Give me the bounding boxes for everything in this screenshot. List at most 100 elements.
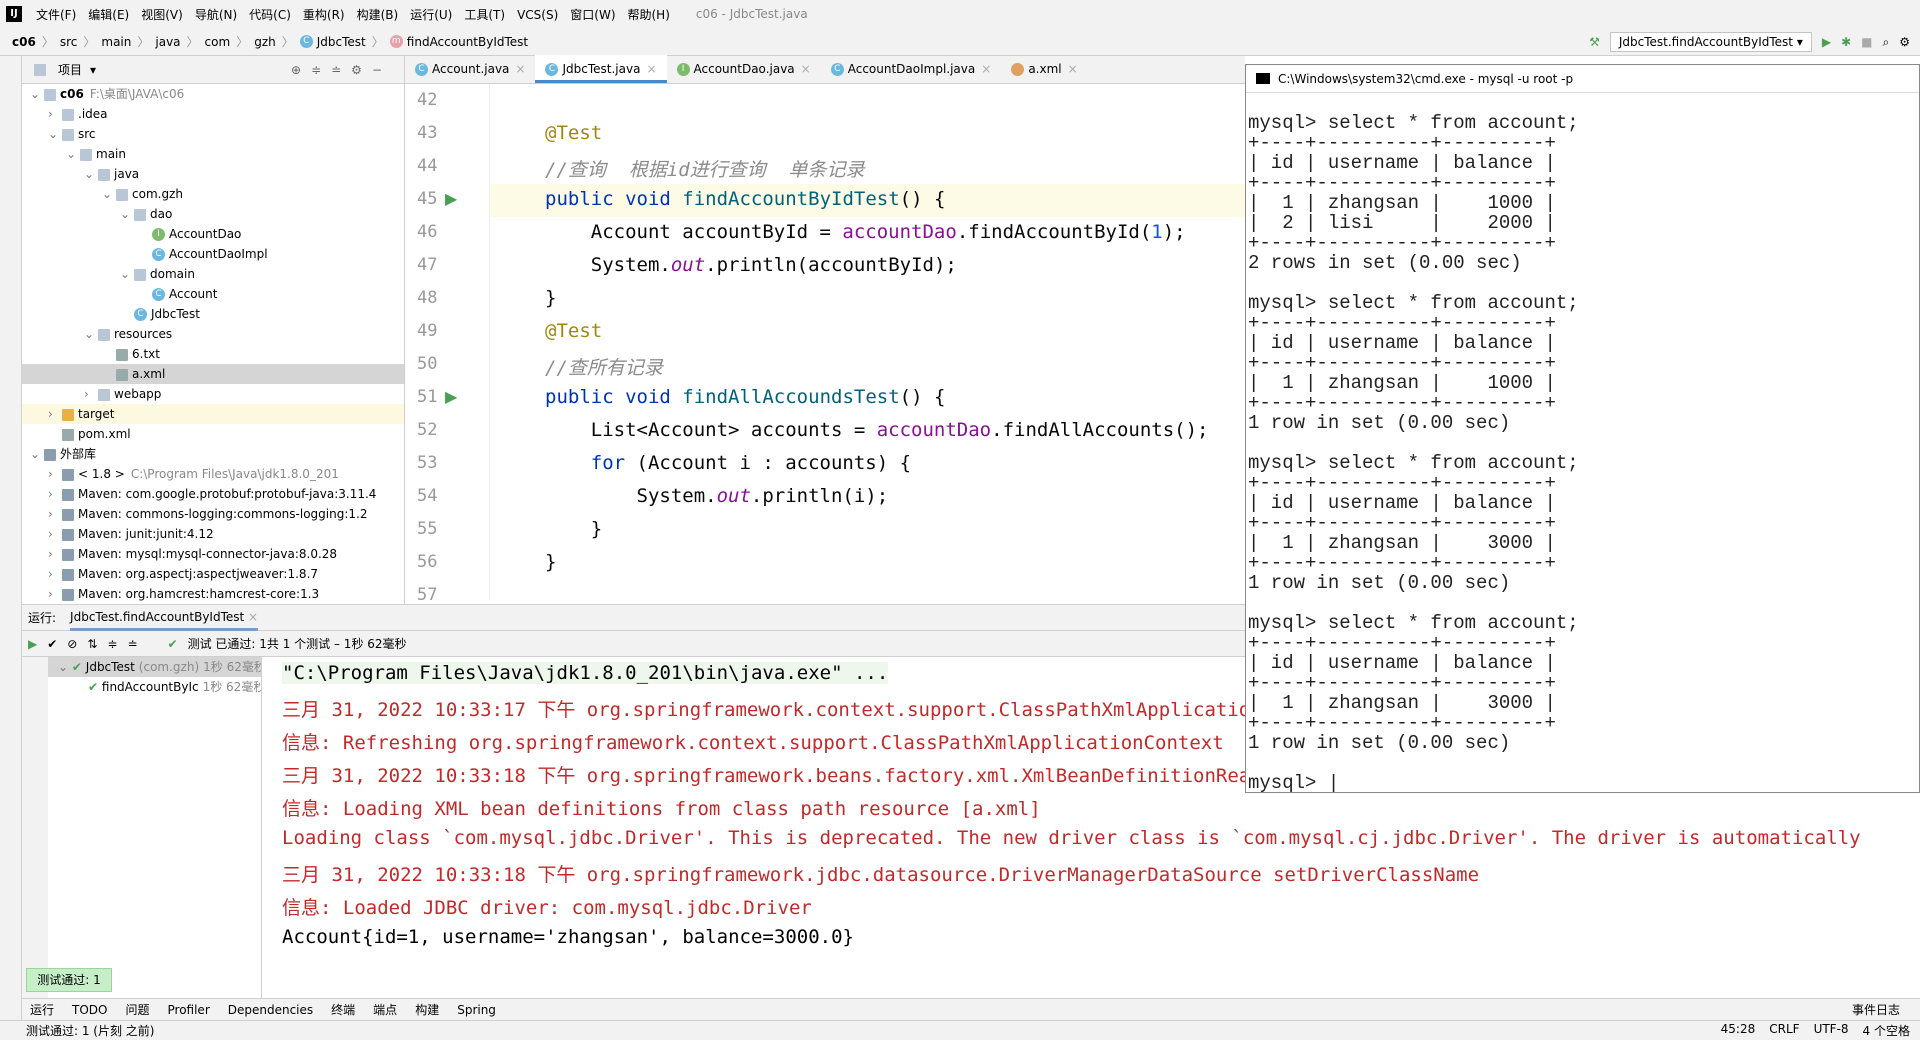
editor-tab[interactable]: C Account.java ×: [405, 55, 535, 83]
expand-arrow-icon[interactable]: ⌄: [120, 264, 134, 284]
tree-item[interactable]: ⌄ main: [22, 144, 404, 164]
build-icon[interactable]: ⚒: [1589, 35, 1600, 49]
tree-item[interactable]: › webapp: [22, 384, 404, 404]
expand-arrow-icon[interactable]: ›: [48, 544, 62, 564]
tree-item[interactable]: ⌄ java: [22, 164, 404, 184]
line-separator[interactable]: CRLF: [1769, 1022, 1799, 1039]
tool-window-button[interactable]: 问题: [125, 1001, 149, 1018]
collapse-icon[interactable]: ≐: [127, 637, 137, 651]
tree-item[interactable]: C JdbcTest: [22, 304, 404, 324]
expand-arrow-icon[interactable]: ›: [48, 484, 62, 504]
menu-item[interactable]: 重构(R): [303, 8, 345, 22]
close-icon[interactable]: ×: [1068, 62, 1078, 76]
tree-item[interactable]: › Maven: mysql:mysql-connector-java:8.0.2…: [22, 544, 404, 564]
expand-arrow-icon[interactable]: ›: [48, 104, 62, 124]
breadcrumb-item[interactable]: c06: [12, 35, 36, 49]
close-icon[interactable]: ×: [981, 62, 991, 76]
show-ignored-icon[interactable]: ⊘: [67, 637, 77, 651]
menu-item[interactable]: VCS(S): [517, 8, 558, 22]
expand-arrow-icon[interactable]: ⌄: [120, 204, 134, 224]
breadcrumb-item[interactable]: main: [101, 35, 131, 49]
menu-item[interactable]: 编辑(E): [88, 8, 129, 22]
tree-item[interactable]: › Maven: org.hamcrest:hamcrest-core:1.3: [22, 584, 404, 604]
expand-arrow-icon[interactable]: ›: [48, 584, 62, 604]
tree-item[interactable]: ⌄ c06 F:\桌面\JAVA\c06: [22, 84, 404, 104]
expand-arrow-icon[interactable]: ›: [48, 564, 62, 584]
menu-item[interactable]: 工具(T): [464, 8, 505, 22]
event-log-button[interactable]: 事件日志: [1852, 1001, 1900, 1018]
tree-item[interactable]: C Account: [22, 284, 404, 304]
test-tree-item[interactable]: ⌄ ✔ JdbcTest (com.gzh) 1秒 62毫秒: [48, 657, 261, 677]
tree-item[interactable]: a.xml: [22, 364, 404, 384]
run-test-icon[interactable]: ▶: [445, 387, 457, 406]
editor-tab[interactable]: a.xml ×: [1001, 55, 1087, 83]
expand-arrow-icon[interactable]: ⌄: [48, 124, 62, 144]
tool-window-button[interactable]: TODO: [72, 1003, 107, 1017]
tool-window-button[interactable]: 运行: [30, 1001, 54, 1018]
expand-arrow-icon[interactable]: ›: [48, 464, 62, 484]
test-tree-item[interactable]: ✔ findAccountByIc 1秒 62毫秒: [48, 677, 261, 697]
file-encoding[interactable]: UTF-8: [1814, 1022, 1849, 1039]
expand-arrow-icon[interactable]: ›: [48, 504, 62, 524]
run-config-select[interactable]: JdbcTest.findAccountByIdTest ▾: [1609, 32, 1812, 52]
tree-item[interactable]: ⌄ dao: [22, 204, 404, 224]
tree-item[interactable]: ⌄ resources: [22, 324, 404, 344]
editor-tab[interactable]: I AccountDao.java ×: [667, 55, 821, 83]
menu-item[interactable]: 导航(N): [195, 8, 237, 22]
indent-setting[interactable]: 4 个空格: [1863, 1022, 1910, 1039]
project-header[interactable]: 项目: [58, 61, 82, 78]
expand-arrow-icon[interactable]: ⌄: [30, 444, 44, 464]
run-icon[interactable]: ▶: [1822, 35, 1831, 49]
close-icon[interactable]: ×: [646, 62, 656, 76]
expand-arrow-icon[interactable]: ›: [48, 404, 62, 424]
expand-arrow-icon[interactable]: ⌄: [84, 324, 98, 344]
expand-icon[interactable]: ≑: [107, 637, 117, 651]
tree-item[interactable]: › Maven: commons-logging:commons-logging:…: [22, 504, 404, 524]
close-icon[interactable]: ×: [515, 62, 525, 76]
editor-tab[interactable]: C AccountDaoImpl.java ×: [821, 55, 1002, 83]
expand-arrow-icon[interactable]: ›: [84, 384, 98, 404]
tree-item[interactable]: › target: [22, 404, 404, 424]
run-tab[interactable]: JdbcTest.findAccountByIdTest ×: [70, 605, 259, 631]
tree-item[interactable]: C AccountDaoImpl: [22, 244, 404, 264]
menu-item[interactable]: 代码(C): [249, 8, 291, 22]
gear-icon[interactable]: ⚙: [1899, 35, 1910, 49]
menu-item[interactable]: 窗口(W): [570, 8, 615, 22]
run-test-icon[interactable]: ▶: [445, 189, 457, 208]
tree-item[interactable]: ⌄ src: [22, 124, 404, 144]
breadcrumb-item[interactable]: JdbcTest: [317, 35, 366, 49]
show-passed-icon[interactable]: ✔: [47, 637, 57, 651]
editor-tab[interactable]: C JdbcTest.java ×: [535, 55, 667, 83]
tool-window-button[interactable]: Spring: [457, 1003, 496, 1017]
breadcrumb-item[interactable]: findAccountByIdTest: [407, 35, 528, 49]
tree-item[interactable]: pom.xml: [22, 424, 404, 444]
expand-arrow-icon[interactable]: ⌄: [84, 164, 98, 184]
tree-item[interactable]: › < 1.8 > C:\Program Files\Java\jdk1.8.0_2…: [22, 464, 404, 484]
tool-window-button[interactable]: 端点: [373, 1001, 397, 1018]
menu-item[interactable]: 文件(F): [36, 8, 76, 22]
tool-window-button[interactable]: 终端: [331, 1001, 355, 1018]
tree-item[interactable]: › Maven: com.google.protobuf:protobuf-jav…: [22, 484, 404, 504]
expand-arrow-icon[interactable]: ⌄: [66, 144, 80, 164]
cmd-output[interactable]: mysql> select * from account; +----+----…: [1246, 93, 1919, 792]
close-icon[interactable]: ×: [801, 62, 811, 76]
tree-item[interactable]: › .idea: [22, 104, 404, 124]
tool-window-button[interactable]: 构建: [415, 1001, 439, 1018]
menu-item[interactable]: 帮助(H): [628, 8, 670, 22]
tool-window-button[interactable]: Dependencies: [228, 1003, 313, 1017]
project-toolbar-icons[interactable]: ⊕≑≐⚙−: [291, 63, 392, 77]
breadcrumb-item[interactable]: src: [60, 35, 78, 49]
breadcrumb-item[interactable]: java: [155, 35, 180, 49]
search-icon[interactable]: ⌕: [1883, 35, 1890, 50]
tree-item[interactable]: ⌄ domain: [22, 264, 404, 284]
tree-item[interactable]: 6.txt: [22, 344, 404, 364]
debug-icon[interactable]: ✱: [1841, 35, 1851, 49]
code-editor[interactable]: 42 43 44 45 ▶ 46 47 48 49 50 51 ▶ 52 53 54 55 56 57 @Test…: [405, 84, 1245, 600]
breadcrumb-item[interactable]: com: [205, 35, 231, 49]
breadcrumb-item[interactable]: gzh: [254, 35, 276, 49]
tree-item[interactable]: › Maven: org.aspectj:aspectjweaver:1.8.7: [22, 564, 404, 584]
tool-window-button[interactable]: Profiler: [168, 1003, 210, 1017]
rerun-icon[interactable]: ▶: [28, 637, 37, 651]
expand-arrow-icon[interactable]: ⌄: [102, 184, 116, 204]
expand-arrow-icon[interactable]: ›: [48, 524, 62, 544]
